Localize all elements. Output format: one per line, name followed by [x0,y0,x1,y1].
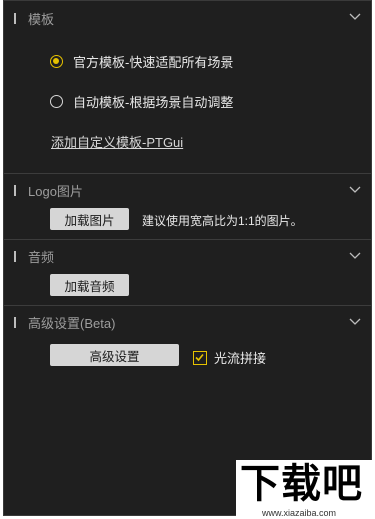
radio-button[interactable] [50,94,63,108]
section-marker [14,251,16,262]
section-marker [14,12,16,24]
advanced-settings-button[interactable]: 高级设置 [50,344,179,366]
load-audio-button[interactable]: 加载音频 [50,274,129,296]
radio-auto-template[interactable]: 自动模板-根据场景自动调整 [50,91,233,111]
section-title-advanced: 高级设置(Beta) [28,316,116,331]
section-title-audio: 音频 [28,250,55,265]
section-header-advanced[interactable]: 高级设置(Beta) [4,305,371,339]
section-title-logo: Logo图片 [28,184,83,199]
checkmark-icon [195,353,204,361]
optical-flow-label: 光流拼接 [214,351,267,366]
load-image-button[interactable]: 加载图片 [50,208,129,230]
logo-hint-text: 建议使用宽高比为1:1的图片。 [142,214,303,228]
section-marker [14,317,16,328]
section-marker [14,185,16,196]
watermark-url: www.xiazaiba.com [262,508,337,518]
radio-label: 自动模板-根据场景自动调整 [73,94,234,110]
section-header-template[interactable]: 模板 [4,1,371,35]
chevron-down-icon[interactable] [349,13,361,21]
section-header-audio[interactable]: 音频 [4,239,371,273]
section-title-template: 模板 [28,11,55,27]
chevron-down-icon[interactable] [349,318,361,326]
chevron-down-icon[interactable] [349,186,361,194]
radio-label: 官方模板-快速适配所有场景 [73,54,234,70]
add-custom-template-link[interactable]: 添加自定义模板-PTGui [51,132,183,151]
section-header-logo[interactable]: Logo图片 [4,173,371,207]
radio-button-checked[interactable] [50,54,63,68]
optical-flow-checkbox-row[interactable]: 光流拼接 [193,348,266,367]
radio-official-template[interactable]: 官方模板-快速适配所有场景 [50,51,233,71]
panel-frame: 模板 官方模板-快速适配所有场景 自动模板-根据场景自动调整 添加自定义模板-P… [3,0,372,516]
watermark-logo: 下载吧 www.xiazaiba.com [236,460,375,519]
chevron-down-icon[interactable] [349,252,361,260]
optical-flow-checkbox[interactable] [193,350,207,365]
watermark-main-text: 下载吧 [240,461,363,507]
